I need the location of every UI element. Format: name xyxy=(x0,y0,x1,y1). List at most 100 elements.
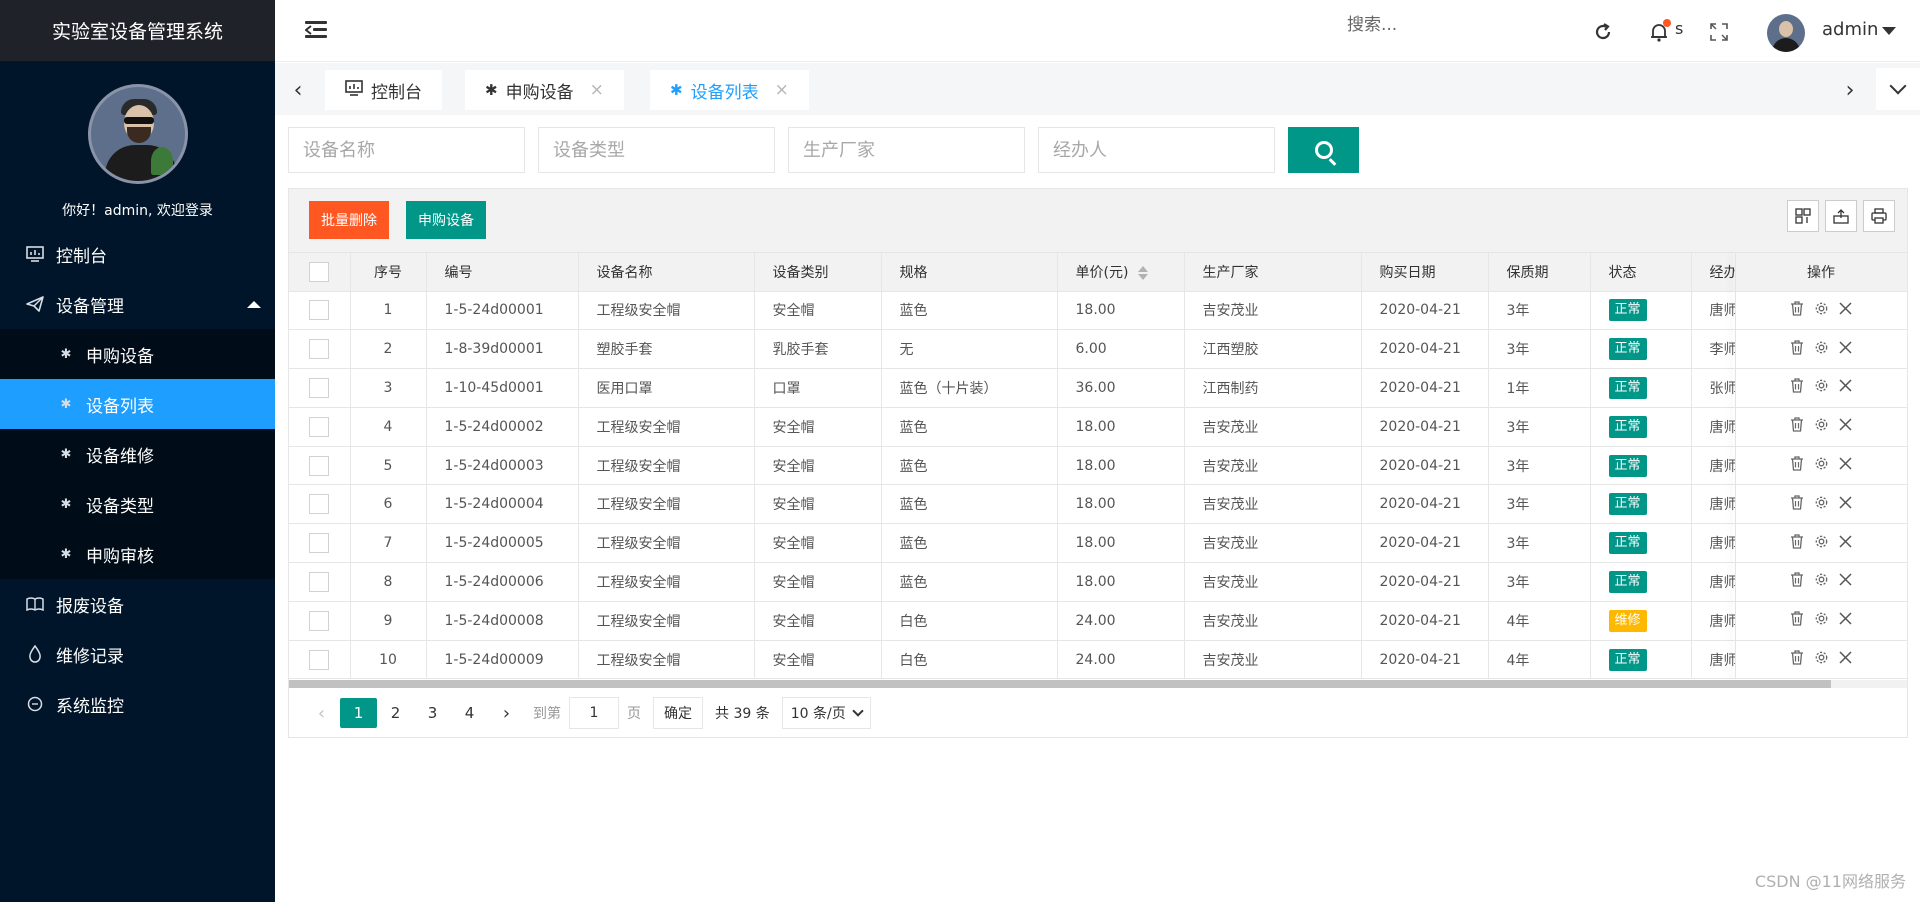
device-name-input[interactable] xyxy=(288,127,525,173)
delete-icon[interactable] xyxy=(1790,456,1804,475)
table-row[interactable]: 8 1-5-24d00006 工程级安全帽 安全帽 蓝色 18.00 吉安茂业 2020-04… xyxy=(289,562,1908,602)
row-checkbox[interactable] xyxy=(289,446,351,486)
user-avatar[interactable] xyxy=(1767,14,1805,52)
columns-icon[interactable] xyxy=(1787,200,1819,232)
prev-page-icon[interactable]: ‹ xyxy=(303,698,340,728)
table-row[interactable]: 2 1-8-39d00001 塑胶手套 乳胶手套无 6.00 江西塑胶 2020-04-21… xyxy=(289,329,1908,370)
table-row[interactable]: 6 1-5-24d00004 工程级安全帽 安全帽 蓝色 18.00 吉安茂业 2020-04… xyxy=(289,484,1908,525)
tabs-prev-icon[interactable]: ‹ xyxy=(283,75,313,105)
table-row[interactable]: 5 1-5-24d00003 工程级安全帽 安全帽 蓝色 18.00 吉安茂业 2020-04… xyxy=(289,446,1908,486)
close-icon[interactable] xyxy=(1839,417,1852,436)
gear-icon[interactable] xyxy=(1814,378,1829,397)
table-row[interactable]: 9 1-5-24d00008 工程级安全帽 安全帽 白色 24.00 吉安茂业 2020-04… xyxy=(289,601,1908,641)
page-button[interactable]: 3 xyxy=(414,698,451,728)
row-checkbox[interactable] xyxy=(289,601,351,641)
goto-page-input[interactable]: 1 xyxy=(569,697,619,729)
close-icon[interactable] xyxy=(1839,378,1852,397)
close-icon[interactable] xyxy=(1839,650,1852,669)
row-checkbox[interactable] xyxy=(289,523,351,564)
sidebar-item-device-management[interactable]: 设备管理 xyxy=(0,279,275,329)
horizontal-scrollbar[interactable] xyxy=(289,680,1907,688)
print-icon[interactable] xyxy=(1863,200,1895,232)
caret-down-icon[interactable] xyxy=(1882,27,1896,35)
page-button[interactable]: 4 xyxy=(451,698,488,728)
user-name[interactable]: admin xyxy=(1822,19,1878,40)
select-all-checkbox[interactable] xyxy=(289,253,351,292)
page-size-select[interactable]: 10 条/页 xyxy=(781,697,871,729)
sidebar-item-dashboard[interactable]: 控制台 xyxy=(0,229,275,279)
row-checkbox[interactable] xyxy=(289,291,351,331)
tab-dashboard[interactable]: 控制台 xyxy=(325,70,442,110)
row-checkbox[interactable] xyxy=(289,329,351,370)
table-row[interactable]: 7 1-5-24d00005 工程级安全帽 安全帽 蓝色 18.00 吉安茂业 2020-04… xyxy=(289,523,1908,564)
row-checkbox[interactable] xyxy=(289,484,351,525)
table-row[interactable]: 1 1-5-24d00001 工程级安全帽 安全帽 蓝色 18.00 吉安茂业 2020-04… xyxy=(289,291,1908,331)
table-row[interactable]: 10 1-5-24d00009 工程级安全帽 安全帽 白色 24.00 吉安茂业 2020-0… xyxy=(289,640,1908,680)
column-header-price[interactable]: 单价(元) xyxy=(1057,253,1185,292)
gear-icon[interactable] xyxy=(1814,611,1829,630)
delete-icon[interactable] xyxy=(1790,495,1804,514)
table-row[interactable]: 3 1-10-45d0001 医用口罩 口罩 蓝色（十片装） 36.00 江西制药 2020-… xyxy=(289,368,1908,408)
tabs-menu-button[interactable] xyxy=(1876,68,1920,110)
close-icon[interactable] xyxy=(1839,340,1852,359)
handler-input[interactable] xyxy=(1038,127,1275,173)
tab-device-list[interactable]: ✱ 设备列表 × xyxy=(650,70,809,110)
sidebar-item-scrapped-devices[interactable]: 报废设备 xyxy=(0,579,275,629)
page-button[interactable]: 2 xyxy=(377,698,414,728)
manufacturer-input[interactable] xyxy=(788,127,1025,173)
goto-confirm-button[interactable]: 确定 xyxy=(653,697,703,729)
purchase-device-button[interactable]: 申购设备 xyxy=(406,201,486,239)
close-icon[interactable] xyxy=(1839,495,1852,514)
close-icon[interactable] xyxy=(1839,572,1852,591)
delete-icon[interactable] xyxy=(1790,534,1804,553)
gear-icon[interactable] xyxy=(1814,340,1829,359)
gear-icon[interactable] xyxy=(1814,572,1829,591)
gear-icon[interactable] xyxy=(1814,534,1829,553)
close-icon[interactable] xyxy=(1839,456,1852,475)
tab-purchase-device[interactable]: ✱ 申购设备 × xyxy=(465,70,624,110)
sidebar-item-system-monitor[interactable]: 系统监控 xyxy=(0,679,275,729)
sidebar-item-purchase-review[interactable]: ✱ 申购审核 xyxy=(0,529,275,579)
delete-icon[interactable] xyxy=(1790,611,1804,630)
sidebar-item-device-repair[interactable]: ✱ 设备维修 xyxy=(0,429,275,479)
delete-icon[interactable] xyxy=(1790,301,1804,320)
gear-icon[interactable] xyxy=(1814,301,1829,320)
delete-icon[interactable] xyxy=(1790,340,1804,359)
sidebar-item-purchase-device[interactable]: ✱ 申购设备 xyxy=(0,329,275,379)
gear-icon[interactable] xyxy=(1814,417,1829,436)
gear-icon[interactable] xyxy=(1814,495,1829,514)
row-checkbox[interactable] xyxy=(289,368,351,408)
page-button[interactable]: 1 xyxy=(340,698,377,728)
close-icon[interactable] xyxy=(1839,534,1852,553)
gear-icon[interactable] xyxy=(1814,650,1829,669)
menu-toggle-icon[interactable] xyxy=(305,21,327,39)
device-type-input[interactable] xyxy=(538,127,775,173)
next-page-icon[interactable]: › xyxy=(488,698,525,728)
batch-delete-button[interactable]: 批量删除 xyxy=(309,201,389,239)
row-checkbox[interactable] xyxy=(289,407,351,447)
sidebar-item-repair-records[interactable]: 维修记录 xyxy=(0,629,275,679)
export-icon[interactable] xyxy=(1825,200,1857,232)
table-toolbar: 批量删除 申购设备 xyxy=(289,189,1907,253)
sidebar-item-device-list[interactable]: ✱ 设备列表 xyxy=(0,379,275,429)
global-search-input[interactable]: 搜索... xyxy=(1347,10,1397,35)
search-button[interactable] xyxy=(1288,127,1359,173)
sort-icon[interactable] xyxy=(1138,265,1149,280)
sidebar-item-device-type[interactable]: ✱ 设备类型 xyxy=(0,479,275,529)
close-icon[interactable] xyxy=(1839,301,1852,320)
close-icon[interactable] xyxy=(1839,611,1852,630)
delete-icon[interactable] xyxy=(1790,417,1804,436)
delete-icon[interactable] xyxy=(1790,650,1804,669)
tabs-next-icon[interactable]: › xyxy=(1835,75,1865,105)
close-icon[interactable]: × xyxy=(775,80,789,100)
table-row[interactable]: 4 1-5-24d00002 工程级安全帽 安全帽 蓝色 18.00 吉安茂业 2020-04… xyxy=(289,407,1908,447)
gear-icon[interactable] xyxy=(1814,456,1829,475)
close-icon[interactable]: × xyxy=(590,80,604,100)
delete-icon[interactable] xyxy=(1790,572,1804,591)
fullscreen-icon[interactable] xyxy=(1707,20,1731,44)
bell-icon[interactable] xyxy=(1647,19,1671,44)
row-checkbox[interactable] xyxy=(289,562,351,602)
refresh-icon[interactable] xyxy=(1591,20,1615,44)
row-checkbox[interactable] xyxy=(289,640,351,680)
delete-icon[interactable] xyxy=(1790,378,1804,397)
